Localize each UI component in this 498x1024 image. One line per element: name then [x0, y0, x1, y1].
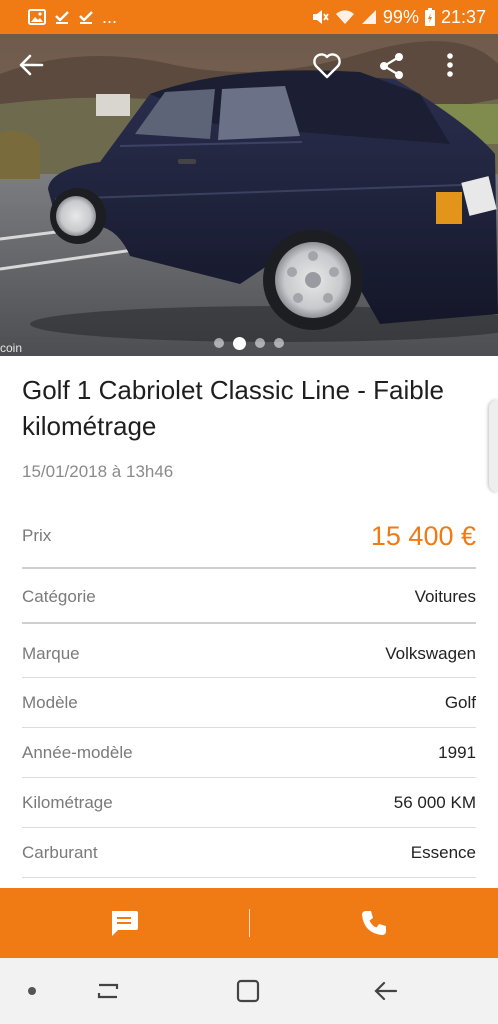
heart-icon: [313, 53, 341, 79]
pager-dot-active[interactable]: [233, 336, 246, 350]
photo-pager[interactable]: [0, 336, 498, 350]
listing-date: 15/01/2018 à 13h46: [22, 462, 174, 481]
divider: [22, 677, 476, 678]
attribute-label: Année-modèle: [22, 743, 133, 762]
share-button[interactable]: [378, 52, 418, 92]
system-navigation-bar: [0, 958, 498, 1024]
phone-icon: [361, 911, 386, 935]
battery-charging-icon: [424, 8, 435, 26]
attribute-value: Voitures: [414, 587, 476, 606]
back-arrow-icon: [374, 981, 398, 1001]
more-vertical-icon: [447, 53, 453, 77]
price-value: 15 400 €: [370, 520, 476, 551]
home-square-icon: [236, 979, 260, 1003]
listing-title: Golf 1 Cabriolet Classic Line - Faible k…: [22, 375, 444, 441]
wifi-icon: [335, 10, 354, 24]
attribute-value: 56 000 KM: [393, 793, 476, 812]
message-button[interactable]: [0, 888, 249, 958]
favorite-button[interactable]: [312, 52, 352, 92]
clock: 21:37: [440, 6, 486, 27]
pager-dot[interactable]: [255, 338, 265, 348]
more-options-button[interactable]: [446, 52, 486, 92]
download-done-icon: [55, 11, 69, 24]
price-row: Prix 15 400 €: [22, 516, 476, 556]
divider: [22, 827, 476, 828]
home-button[interactable]: [228, 958, 268, 1024]
arrow-back-icon: [19, 54, 44, 76]
share-icon: [380, 53, 403, 79]
call-button[interactable]: [250, 888, 498, 958]
attribute-row-category: Catégorie Voitures: [22, 582, 476, 612]
recent-apps-button[interactable]: [88, 958, 128, 1024]
attribute-value: Essence: [410, 843, 476, 862]
status-notifications: ...: [28, 7, 311, 28]
download-done-icon: [79, 11, 93, 24]
divider: [22, 877, 476, 878]
nav-dot-button[interactable]: [22, 958, 42, 1024]
contact-action-bar: [0, 888, 498, 958]
divider: [22, 727, 476, 728]
status-bar: ... 99% 21:37: [0, 0, 498, 34]
pager-dot[interactable]: [214, 338, 224, 348]
divider: [22, 567, 476, 569]
status-overflow: ...: [102, 6, 118, 27]
chat-bubble-icon: [112, 911, 139, 936]
dot-icon: [28, 987, 36, 995]
price-label: Prix: [22, 526, 52, 545]
attribute-row-fuel: Carburant Essence: [22, 838, 476, 868]
mute-icon: [312, 10, 329, 24]
attribute-label: Catégorie: [22, 587, 96, 606]
attribute-label: Kilométrage: [22, 793, 113, 812]
attribute-row-model: Modèle Golf: [22, 688, 476, 718]
system-back-button[interactable]: [366, 958, 406, 1024]
divider: [22, 622, 476, 624]
battery-percent: 99%: [382, 6, 419, 27]
attribute-value: 1991: [438, 743, 476, 762]
attribute-row-brand: Marque Volkswagen: [22, 639, 476, 669]
status-system: 99% 21:37: [311, 7, 486, 28]
scroll-indicator[interactable]: [489, 400, 498, 492]
recent-apps-icon: [97, 983, 119, 999]
signal-icon: [361, 10, 376, 24]
attribute-label: Carburant: [22, 843, 98, 862]
pager-dot[interactable]: [274, 338, 284, 348]
attribute-value: Volkswagen: [385, 644, 476, 663]
divider: [22, 777, 476, 778]
car-photo: [0, 34, 498, 356]
attribute-row-year: Année-modèle 1991: [22, 738, 476, 768]
attribute-row-mileage: Kilométrage 56 000 KM: [22, 788, 476, 818]
back-button[interactable]: [18, 52, 58, 92]
attribute-label: Modèle: [22, 693, 78, 712]
listing-photo[interactable]: coin: [0, 34, 498, 356]
attribute-label: Marque: [22, 644, 80, 663]
image-icon: [28, 9, 46, 25]
attribute-value: Golf: [444, 693, 476, 712]
